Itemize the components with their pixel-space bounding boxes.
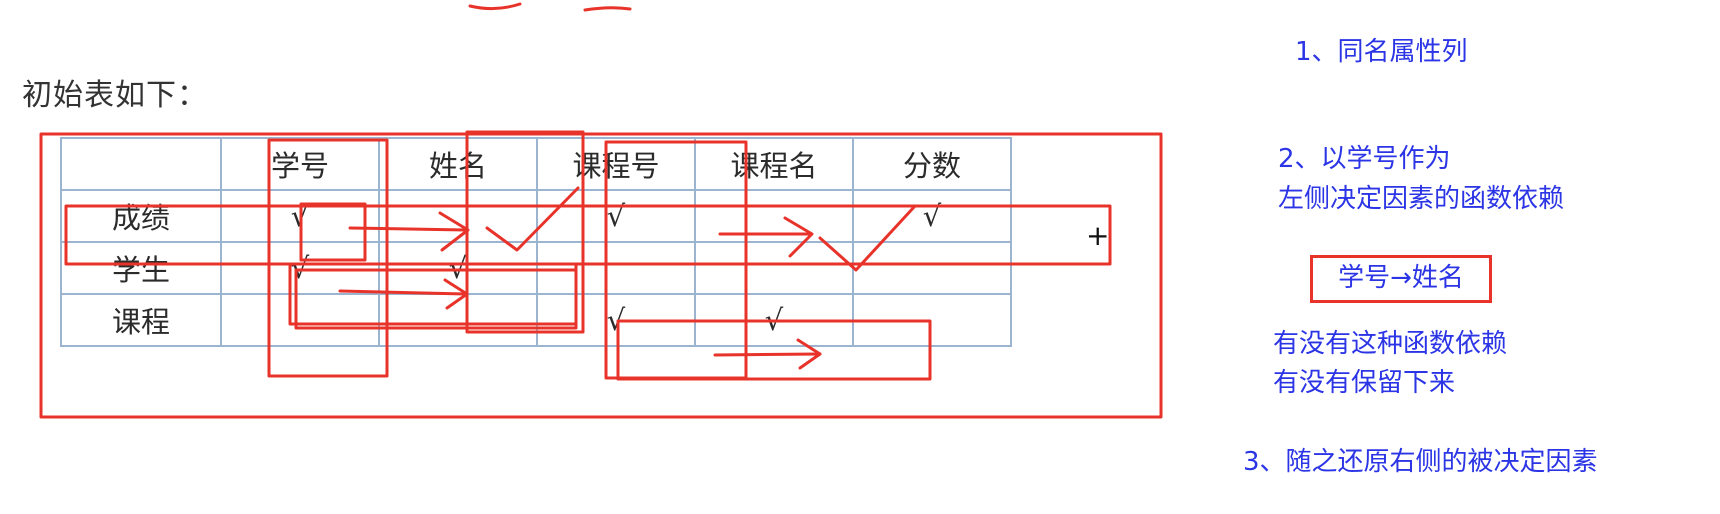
check-cell: √ [536,189,696,243]
fd-box: 学号→姓名 [1310,255,1492,303]
crosshair-cursor-icon: + [1086,219,1110,252]
row-label: 学生 [60,241,222,295]
question-line1: 有没有这种函数依赖 [1273,329,1508,359]
header-cell: 姓名 [378,137,538,191]
question-line2: 有没有保留下来 [1273,368,1456,398]
attribute-table: 学号 姓名 课程号 课程名 分数 成绩 √ √ √ 学生 √ √ 课程 √ √ [60,137,1012,347]
check-cell [694,241,854,295]
stray-stroke [583,6,632,12]
check-cell: √ [220,189,380,243]
note-2-line1: 2、以学号作为 [1278,144,1451,174]
header-cell: 课程名 [694,137,854,191]
header-cell: 学号 [220,137,380,191]
row-label: 课程 [60,293,222,347]
check-cell [694,189,854,243]
check-cell [220,293,380,347]
stray-stroke [468,2,522,11]
check-cell [536,241,696,295]
check-cell: √ [378,241,538,295]
header-cell: 课程号 [536,137,696,191]
check-cell [852,241,1012,295]
check-cell [852,293,1012,347]
table-row: 成绩 √ √ √ [60,189,1012,243]
header-cell: 分数 [852,137,1012,191]
table-row: 课程 √ √ [60,293,1012,347]
table-row: 学生 √ √ [60,241,1012,295]
check-cell: √ [536,293,696,347]
check-cell: √ [694,293,854,347]
table-header-row: 学号 姓名 课程号 课程名 分数 [60,137,1012,191]
note-1: 1、同名属性列 [1295,37,1468,67]
row-label: 成绩 [60,189,222,243]
page-heading: 初始表如下： [22,78,208,113]
arrow-line [713,352,822,357]
check-cell: √ [852,189,1012,243]
note-2-line2: 左侧决定因素的函数依赖 [1278,184,1565,214]
check-cell [378,189,538,243]
check-cell: √ [220,241,380,295]
header-cell [60,137,222,191]
note-3: 3、随之还原右侧的被决定因素 [1243,447,1598,477]
check-cell [378,293,538,347]
